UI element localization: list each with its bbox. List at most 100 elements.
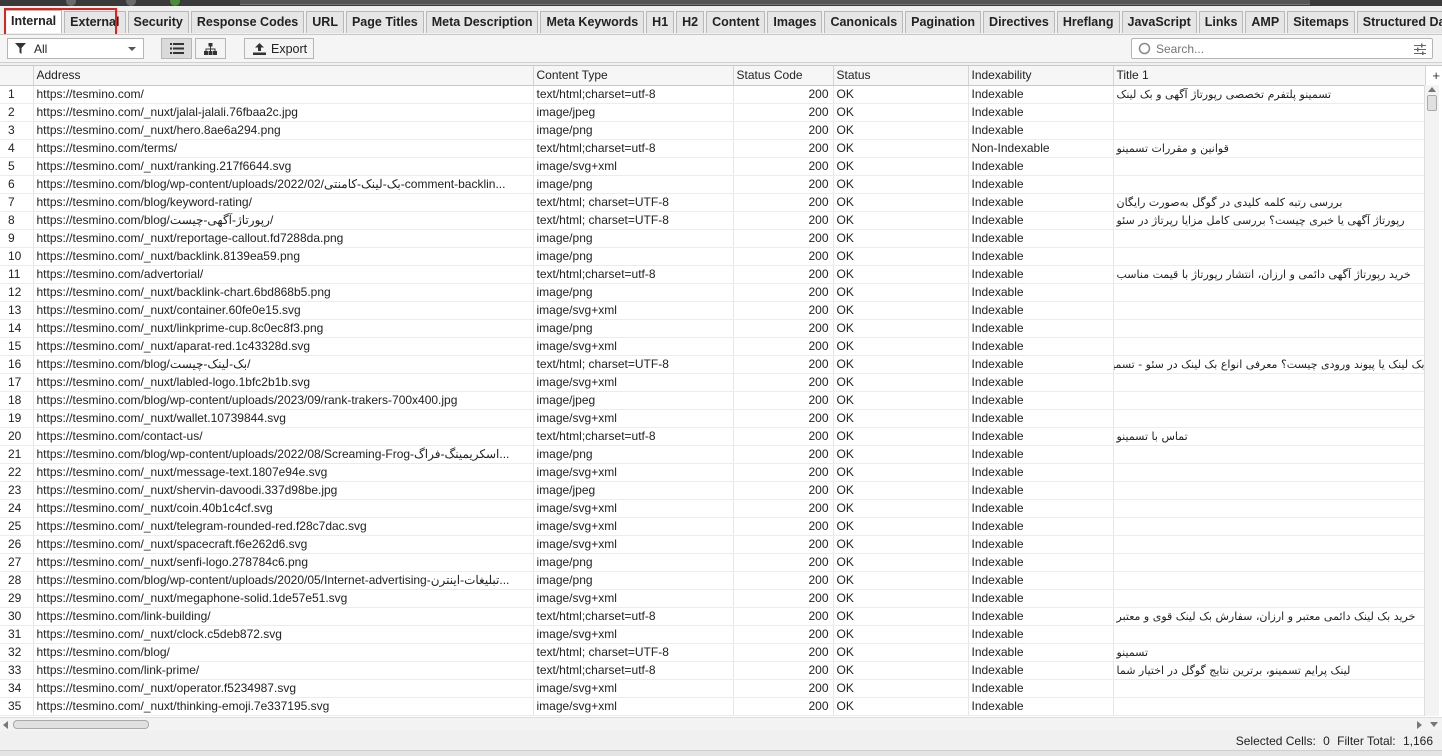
status-code-cell[interactable]: 200 [733, 499, 834, 518]
add-column-icon[interactable]: + [1432, 68, 1440, 83]
status-code-cell[interactable]: 200 [733, 373, 834, 392]
tab-images[interactable]: Images [767, 11, 823, 33]
table-row[interactable]: 4 https://tesmino.com/terms/text/html;cha… [0, 139, 1426, 158]
address-cell[interactable]: https://tesmino.com/_nuxt/backlink.8139e… [33, 247, 534, 266]
status-code-cell[interactable]: 200 [733, 103, 834, 122]
indexability-cell[interactable]: Indexable [968, 121, 1114, 140]
title-cell[interactable]: بک لینک یا پیوند ورودی چیست؟ معرفی انواع… [1113, 355, 1426, 374]
status-cell[interactable]: OK [833, 643, 969, 662]
address-cell[interactable]: https://tesmino.com/blog/wp-content/uplo… [33, 175, 534, 194]
status-cell[interactable]: OK [833, 607, 969, 626]
content-type-cell[interactable]: image/png [533, 283, 734, 302]
indexability-cell[interactable]: Indexable [968, 193, 1114, 212]
status-cell[interactable]: OK [833, 661, 969, 680]
status-cell[interactable]: OK [833, 535, 969, 554]
tab-security[interactable]: Security [127, 11, 189, 33]
status-cell[interactable]: OK [833, 157, 969, 176]
row-number[interactable]: 28 [0, 571, 34, 590]
title-cell[interactable]: خرید بک لینک دائمی معتبر و ارزان، سفارش … [1113, 607, 1426, 626]
status-cell[interactable]: OK [833, 247, 969, 266]
status-cell[interactable]: OK [833, 571, 969, 590]
scroll-down-icon[interactable] [1430, 722, 1438, 727]
column-header-status[interactable]: Status [833, 66, 969, 86]
status-code-cell[interactable]: 200 [733, 283, 834, 302]
table-row[interactable]: 34 https://tesmino.com/_nuxt/operator.f52… [0, 679, 1426, 698]
indexability-cell[interactable]: Indexable [968, 319, 1114, 338]
search-input[interactable] [1156, 41, 1406, 56]
address-cell[interactable]: https://tesmino.com/_nuxt/reportage-call… [33, 229, 534, 248]
title-cell[interactable]: خرید رپورتاژ آگهی دائمی و ارزان، انتشار … [1113, 265, 1426, 284]
title-cell[interactable] [1113, 121, 1426, 140]
row-number[interactable]: 5 [0, 157, 34, 176]
status-cell[interactable]: OK [833, 85, 969, 104]
tab-content[interactable]: Content [706, 11, 766, 33]
content-type-cell[interactable]: text/html;charset=utf-8 [533, 427, 734, 446]
indexability-cell[interactable]: Indexable [968, 661, 1114, 680]
indexability-cell[interactable]: Indexable [968, 391, 1114, 410]
row-number[interactable]: 16 [0, 355, 34, 374]
address-cell[interactable]: https://tesmino.com/ [33, 85, 534, 104]
tab-amp[interactable]: AMP [1245, 11, 1286, 33]
table-row[interactable]: 35 https://tesmino.com/_nuxt/thinking-emo… [0, 697, 1426, 716]
row-number[interactable]: 27 [0, 553, 34, 572]
status-cell[interactable]: OK [833, 409, 969, 428]
table-row[interactable]: 3 https://tesmino.com/_nuxt/hero.8ae6a294… [0, 121, 1426, 140]
status-code-cell[interactable]: 200 [733, 355, 834, 374]
content-type-cell[interactable]: image/png [533, 445, 734, 464]
address-cell[interactable]: https://tesmino.com/_nuxt/megaphone-soli… [33, 589, 534, 608]
table-row[interactable]: 9 https://tesmino.com/_nuxt/reportage-cal… [0, 229, 1426, 248]
table-row[interactable]: 10 https://tesmino.com/_nuxt/backlink.813… [0, 247, 1426, 266]
address-cell[interactable]: https://tesmino.com/link-prime/ [33, 661, 534, 680]
status-cell[interactable]: OK [833, 265, 969, 284]
table-row[interactable]: 27 https://tesmino.com/_nuxt/senfi-logo.2… [0, 553, 1426, 572]
export-button[interactable]: Export [244, 38, 314, 59]
indexability-cell[interactable]: Indexable [968, 499, 1114, 518]
indexability-cell[interactable]: Indexable [968, 301, 1114, 320]
indexability-cell[interactable]: Indexable [968, 625, 1114, 644]
status-cell[interactable]: OK [833, 139, 969, 158]
status-cell[interactable]: OK [833, 229, 969, 248]
search-box[interactable] [1131, 38, 1433, 59]
title-cell[interactable] [1113, 463, 1426, 482]
indexability-cell[interactable]: Indexable [968, 247, 1114, 266]
row-number[interactable]: 1 [0, 85, 34, 104]
indexability-cell[interactable]: Indexable [968, 535, 1114, 554]
title-cell[interactable] [1113, 517, 1426, 536]
status-code-cell[interactable]: 200 [733, 265, 834, 284]
content-type-cell[interactable]: image/png [533, 247, 734, 266]
status-code-cell[interactable]: 200 [733, 697, 834, 716]
row-number[interactable]: 24 [0, 499, 34, 518]
status-code-cell[interactable]: 200 [733, 157, 834, 176]
tab-meta-description[interactable]: Meta Description [425, 11, 539, 33]
status-cell[interactable]: OK [833, 319, 969, 338]
status-cell[interactable]: OK [833, 679, 969, 698]
title-cell[interactable]: تماس با تسمینو [1113, 427, 1426, 446]
content-type-cell[interactable]: image/png [533, 571, 734, 590]
content-type-cell[interactable]: image/jpeg [533, 103, 734, 122]
title-cell[interactable] [1113, 229, 1426, 248]
indexability-cell[interactable]: Indexable [968, 445, 1114, 464]
row-number[interactable]: 31 [0, 625, 34, 644]
content-type-cell[interactable]: image/svg+xml [533, 589, 734, 608]
content-type-cell[interactable]: image/svg+xml [533, 337, 734, 356]
row-number[interactable]: 17 [0, 373, 34, 392]
title-cell[interactable] [1113, 679, 1426, 698]
status-code-cell[interactable]: 200 [733, 229, 834, 248]
row-number[interactable]: 19 [0, 409, 34, 428]
indexability-cell[interactable]: Indexable [968, 157, 1114, 176]
column-header-content-type[interactable]: Content Type [533, 66, 734, 86]
title-cell[interactable] [1113, 319, 1426, 338]
status-code-cell[interactable]: 200 [733, 445, 834, 464]
status-code-cell[interactable]: 200 [733, 391, 834, 410]
row-number[interactable]: 3 [0, 121, 34, 140]
address-cell[interactable]: https://tesmino.com/_nuxt/thinking-emoji… [33, 697, 534, 716]
status-code-cell[interactable]: 200 [733, 139, 834, 158]
status-cell[interactable]: OK [833, 445, 969, 464]
indexability-cell[interactable]: Indexable [968, 337, 1114, 356]
tab-h1[interactable]: H1 [646, 11, 675, 33]
table-row[interactable]: 2 https://tesmino.com/_nuxt/jalal-jalali.… [0, 103, 1426, 122]
title-cell[interactable] [1113, 571, 1426, 590]
row-number[interactable]: 25 [0, 517, 34, 536]
tab-page-titles[interactable]: Page Titles [345, 11, 424, 33]
status-cell[interactable]: OK [833, 103, 969, 122]
